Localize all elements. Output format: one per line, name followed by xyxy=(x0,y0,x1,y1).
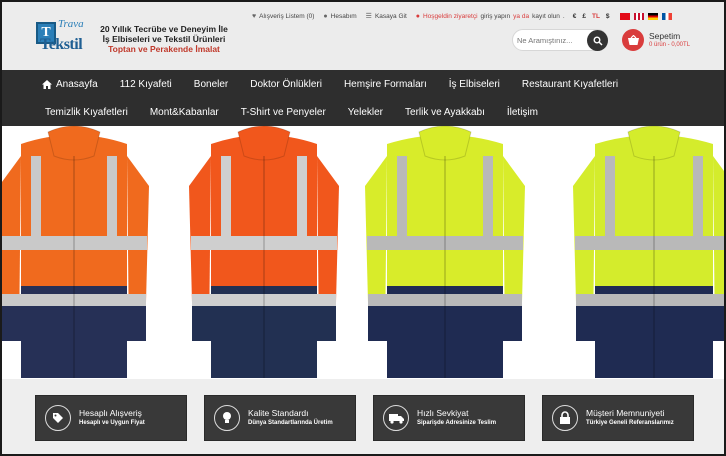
search-input[interactable] xyxy=(517,33,587,47)
tagline: 20 Yıllık Tecrübe ve Deneyim İle İş Elbi… xyxy=(94,24,234,55)
login-link[interactable]: giriş yapın xyxy=(481,13,511,20)
logo[interactable]: T Trava Tekstil xyxy=(36,18,88,56)
or-text: ya da xyxy=(513,12,530,20)
flag-fr-icon[interactable] xyxy=(661,12,672,20)
basket-icon xyxy=(622,29,644,51)
hero-banner[interactable] xyxy=(2,126,724,379)
hero-jackets-image xyxy=(2,126,724,378)
main-nav: Anasayfa 112 Kıyafeti Boneler Doktor Önl… xyxy=(2,70,724,126)
jacket-1 xyxy=(2,126,149,378)
search-box xyxy=(512,29,608,51)
search-icon xyxy=(593,36,603,46)
feature-satisfaction[interactable]: Müşteri Memnuniyeti Türkiye Geneli Refer… xyxy=(542,395,694,441)
nav-item-112[interactable]: 112 Kıyafeti xyxy=(120,79,172,90)
truck-icon xyxy=(383,405,409,431)
nav-item-mont[interactable]: Mont&Kabanlar xyxy=(150,107,219,118)
page: T Trava Tekstil 20 Yıllık Tecrübe ve Den… xyxy=(2,2,724,454)
account-link[interactable]: ● Hesabım xyxy=(323,13,356,20)
nav-label: Anasayfa xyxy=(56,78,98,90)
nav-item-tshirt[interactable]: T-Shirt ve Penyeler xyxy=(241,107,326,118)
separator-dot: . xyxy=(562,12,565,20)
flag-en-icon[interactable] xyxy=(633,12,644,20)
register-link[interactable]: kayıt olun xyxy=(532,13,560,20)
user-icon: ● xyxy=(323,12,328,20)
features-bar: Hesaplı Alışveriş Hesaplı ve Uygun Fiyat… xyxy=(2,379,724,454)
tagline-line-3: Toptan ve Perakende İmalat xyxy=(108,44,220,54)
nav-item-temizlik[interactable]: Temizlik Kıyafetleri xyxy=(45,107,128,118)
feature-quality[interactable]: Kalite Standardı Dünya Standartlarında Ü… xyxy=(204,395,356,441)
wishlist-label: Alışveriş Listem (0) xyxy=(259,12,315,20)
list-icon: ☰ xyxy=(365,13,372,20)
currency-try[interactable]: TL xyxy=(592,13,600,20)
cart-title: Sepetim xyxy=(649,30,681,41)
jacket-2 xyxy=(189,126,339,378)
nav-item-doktor[interactable]: Doktor Önlükleri xyxy=(250,79,322,90)
currency-usd[interactable]: $ xyxy=(606,13,610,20)
logo-word-trava: Trava xyxy=(58,18,84,30)
wishlist-link[interactable]: ♥ Alışveriş Listem (0) xyxy=(252,13,314,20)
welcome-area: ● Hoşgeldin ziyaretçi giriş yapın ya da … xyxy=(416,13,565,20)
welcome-text: Hoşgeldin ziyaretçi xyxy=(422,12,478,20)
feature-subtitle: Dünya Standartlarında Üretim xyxy=(248,420,333,426)
tagline-line-2: İş Elbiseleri ve Tekstil Ürünleri xyxy=(102,34,226,44)
search-button[interactable] xyxy=(587,30,608,51)
currency-eur[interactable]: € xyxy=(573,13,577,20)
currency-gbp[interactable]: £ xyxy=(582,13,586,20)
user-icon: ● xyxy=(415,12,420,20)
feature-subtitle: Türkiye Geneli Referanslarımız xyxy=(586,420,674,426)
checkout-link[interactable]: ☰ Kasaya Git xyxy=(365,12,407,21)
feature-subtitle: Hesaplı ve Uygun Fiyat xyxy=(79,420,145,426)
nav-item-restaurant[interactable]: Restaurant Kıyafetleri xyxy=(522,79,618,90)
feature-subtitle: Siparişde Adresinize Teslim xyxy=(417,420,497,426)
nav-item-iletisim[interactable]: İletişim xyxy=(507,107,538,118)
jacket-4 xyxy=(573,126,724,378)
nav-item-boneler[interactable]: Boneler xyxy=(194,79,228,90)
tagline-line-1: 20 Yıllık Tecrübe ve Deneyim İle xyxy=(100,24,228,34)
topbar: ♥ Alışveriş Listem (0) ● Hesabım ☰ Kasay… xyxy=(252,10,672,22)
nav-item-is-elbiseleri[interactable]: İş Elbiseleri xyxy=(449,79,500,90)
lock-icon xyxy=(552,405,578,431)
flag-de-icon[interactable] xyxy=(647,12,658,20)
heart-icon: ♥ xyxy=(252,12,257,20)
feature-title: Hızlı Sevkiyat xyxy=(417,408,469,418)
nav-item-hemsire[interactable]: Hemşire Formaları xyxy=(344,79,427,90)
feature-title: Kalite Standardı xyxy=(248,408,309,418)
header: T Trava Tekstil 20 Yıllık Tecrübe ve Den… xyxy=(2,2,724,70)
feature-title: Müşteri Memnuniyeti xyxy=(586,408,665,418)
checkout-label: Kasaya Git xyxy=(374,12,407,20)
nav-row-2: Temizlik Kıyafetleri Mont&Kabanlar T-Shi… xyxy=(2,98,538,126)
feature-title: Hesaplı Alışveriş xyxy=(79,408,142,418)
cart-summary: 0 ürün - 0,00TL xyxy=(649,41,691,48)
logo-word-tekstil: Tekstil xyxy=(40,36,83,53)
feature-shipping[interactable]: Hızlı Sevkiyat Siparişde Adresinize Tesl… xyxy=(373,395,525,441)
nav-row-1: Anasayfa 112 Kıyafeti Boneler Doktor Önl… xyxy=(2,70,618,98)
jacket-3 xyxy=(365,126,525,378)
account-label: Hesabım xyxy=(330,12,357,20)
nav-item-anasayfa[interactable]: Anasayfa xyxy=(42,79,98,90)
home-icon xyxy=(42,79,52,89)
cart-widget[interactable]: Sepetim 0 ürün - 0,00TL xyxy=(622,29,690,51)
nav-item-terlik[interactable]: Terlik ve Ayakkabı xyxy=(405,107,485,118)
feature-affordable[interactable]: Hesaplı Alışveriş Hesaplı ve Uygun Fiyat xyxy=(35,395,187,441)
lightbulb-icon xyxy=(214,405,240,431)
price-tag-icon xyxy=(45,405,71,431)
flag-tr-icon[interactable] xyxy=(619,12,630,20)
nav-item-yelekler[interactable]: Yelekler xyxy=(348,107,383,118)
